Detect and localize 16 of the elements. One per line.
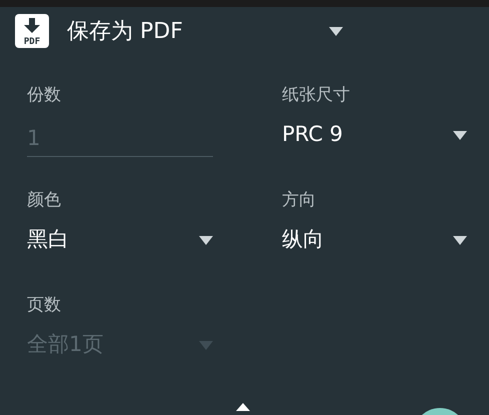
field-label: 页数 [27, 295, 61, 315]
printer-select[interactable]: 保存为 PDF [67, 14, 329, 48]
expand-up-icon[interactable] [236, 403, 250, 411]
dropdown-caret-icon [453, 130, 467, 140]
field-label: 纸张尺寸 [282, 85, 350, 105]
dropdown-caret-icon [199, 340, 213, 350]
dropdown-caret-icon [199, 236, 213, 244]
dropdown-caret-icon[interactable] [329, 26, 343, 36]
field-label: 方向 [282, 190, 316, 210]
dropdown-select[interactable]: PRC 9 [282, 119, 467, 151]
field-label: 颜色 [27, 190, 61, 210]
dropdown-caret-icon [453, 236, 467, 244]
dropdown-select[interactable]: 纵向 [282, 224, 467, 256]
pdf-download-icon: PDF [15, 14, 49, 48]
field-label: 份数 [27, 85, 61, 105]
dropdown-select[interactable]: 黑白 [27, 224, 213, 256]
